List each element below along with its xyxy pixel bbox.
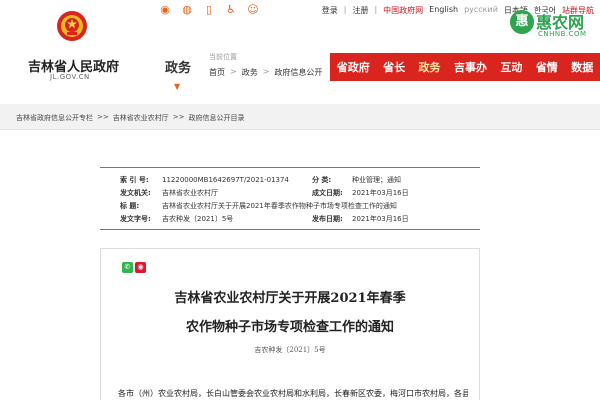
issuer-value: 吉林省农业农村厅 xyxy=(162,189,218,197)
cn-gov-link[interactable]: 中国政府网 xyxy=(383,5,423,16)
caret-down-icon: ▼ xyxy=(174,82,181,91)
document-info-table: 索 引 号: 11220000MB1642697T/2021-01374 分 类… xyxy=(100,167,480,230)
doc-title-line-1: 吉林省农业农村厅关于开展2021年春季 xyxy=(174,291,406,306)
info-row: 标 题: 吉林省农业农村厅关于开展2021年春季农作物种子市场专项检查工作的通知 xyxy=(100,201,480,212)
category-value: 种业管理；通知 xyxy=(352,176,401,184)
current-location-label: 当前位置 xyxy=(209,53,237,61)
nav-interaction[interactable]: 互动 xyxy=(500,59,522,75)
index-label: 索 引 号: xyxy=(120,176,149,184)
path-column[interactable]: 吉林省政府信息公开专栏 xyxy=(16,113,93,123)
info-row: 索 引 号: 11220000MB1642697T/2021-01374 分 类… xyxy=(100,175,480,186)
nav-data[interactable]: 数据 xyxy=(571,59,593,75)
path-catalog[interactable]: 政府信息公开目录 xyxy=(188,113,244,123)
elder-care-icon[interactable]: ☺ xyxy=(246,3,260,17)
breadcrumb-separator: > xyxy=(230,67,237,76)
site-url: JL.GOV.CN xyxy=(50,73,90,81)
created-date-label: 成文日期: xyxy=(312,189,343,197)
title-value: 吉林省农业农村厅关于开展2021年春季农作物种子市场专项检查工作的通知 xyxy=(162,202,397,210)
huinong-url: CNHNB.COM xyxy=(538,30,587,38)
doc-number-label: 发文字号: xyxy=(120,215,151,223)
doc-share-buttons: ✆ ◉ xyxy=(122,262,146,273)
nav-affairs[interactable]: 政务 xyxy=(419,59,441,75)
path-separator: >> xyxy=(172,113,185,121)
nav-province-info[interactable]: 省情 xyxy=(536,59,558,75)
title-label: 标 题: xyxy=(120,202,140,210)
national-emblem-icon xyxy=(57,11,87,41)
accessibility-icon[interactable]: ♿ xyxy=(224,3,238,17)
weibo-share-icon[interactable]: ◉ xyxy=(135,262,146,273)
info-row: 发文机关: 吉林省农业农村厅 成文日期: 2021年03月16日 xyxy=(100,188,480,199)
published-date-label: 发布日期: xyxy=(312,215,343,223)
sina-weibo-icon[interactable]: ◉ xyxy=(158,3,172,17)
section-title: 政务 xyxy=(165,61,192,76)
breadcrumb: 首页 > 政务 > 政府信息公开 xyxy=(209,67,322,78)
created-date-value: 2021年03月16日 xyxy=(352,189,409,197)
huinong-logo: 惠 xyxy=(510,10,534,34)
index-value: 11220000MB1642697T/2021-01374 xyxy=(162,176,289,184)
doc-body-text: 各市（州）农业农村局，长白山管委会农业农村局和水利局，长春新区农委，梅河口市农村… xyxy=(118,389,468,398)
english-link[interactable]: English xyxy=(429,5,458,16)
doc-number-value: 吉农种发〔2021〕5号 xyxy=(162,215,234,223)
mobile-icon[interactable]: ▯ xyxy=(202,3,216,17)
nav-services[interactable]: 吉事办 xyxy=(454,59,487,75)
category-label: 分 类: xyxy=(312,176,332,184)
login-link[interactable]: 登录 xyxy=(322,5,338,16)
register-link[interactable]: 注册 xyxy=(352,5,368,16)
path-separator: >> xyxy=(97,113,109,121)
russian-link[interactable]: русский xyxy=(464,5,498,16)
huinong-watermark: 惠 惠农网 CNHNB.COM xyxy=(510,8,596,48)
nav-provincial-government[interactable]: 省政府 xyxy=(337,59,370,75)
disclosure-path: 吉林省政府信息公开专栏 >> 吉林省农业农村厅 >> 政府信息公开目录 xyxy=(16,113,244,123)
breadcrumb-separator: > xyxy=(262,67,270,76)
share-icons: ◉ ◍ ▯ ♿ ☺ xyxy=(158,3,260,17)
wechat-icon[interactable]: ◍ xyxy=(180,3,194,17)
issuer-label: 发文机关: xyxy=(120,189,151,197)
breadcrumb-home[interactable]: 首页 xyxy=(209,67,225,78)
main-nav: 省政府 省长 政务 吉事办 互动 省情 数据 xyxy=(330,53,600,81)
info-row: 发文字号: 吉农种发〔2021〕5号 发布日期: 2021年03月16日 xyxy=(100,214,480,225)
path-department[interactable]: 吉林省农业农村厅 xyxy=(113,113,169,123)
nav-governor[interactable]: 省长 xyxy=(383,59,405,75)
wechat-share-icon[interactable]: ✆ xyxy=(122,262,133,273)
breadcrumb-info-disclosure[interactable]: 政府信息公开 xyxy=(274,67,322,78)
breadcrumb-affairs[interactable]: 政务 xyxy=(242,67,258,78)
doc-number: 吉农种发〔2021〕5号 xyxy=(254,346,326,354)
published-date-value: 2021年03月16日 xyxy=(352,215,409,223)
doc-title-line-2: 农作物种子市场专项检查工作的通知 xyxy=(185,320,394,335)
